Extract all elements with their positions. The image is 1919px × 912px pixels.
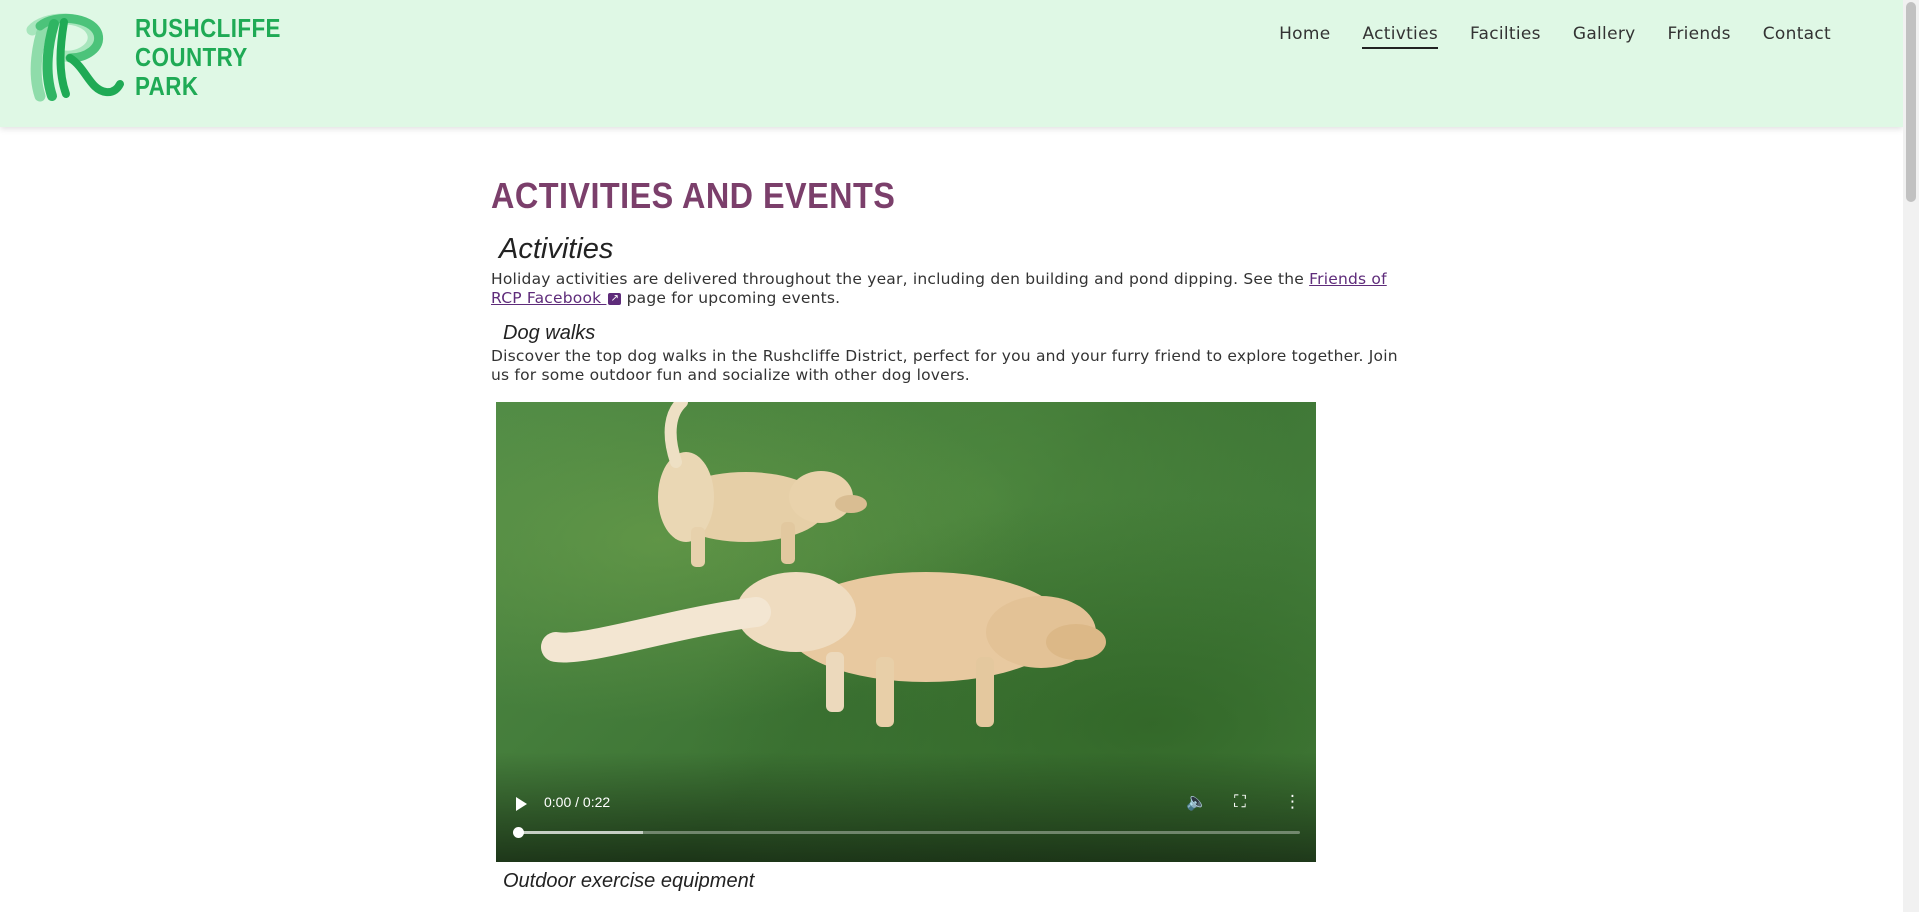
nav-contact[interactable]: Contact [1763,24,1831,49]
nav-gallery[interactable]: Gallery [1573,24,1636,49]
rcp-logo-icon [26,13,124,102]
site-header: RUSHCLIFFE COUNTRY PARK Home Activties F… [0,0,1903,127]
video-controls: 0:00 / 0:22 🔈 ⛶ ⋮ [496,792,1316,852]
activities-text: Holiday activities are delivered through… [491,270,1421,308]
main-content: ACTIVITIES AND EVENTS Activities Holiday… [491,175,1411,385]
video-scrubber[interactable] [513,827,524,838]
nav-home[interactable]: Home [1279,24,1330,49]
video-progress[interactable] [513,827,1300,838]
page-scrollbar[interactable] [1903,0,1919,912]
nav-activities[interactable]: Activties [1362,24,1438,49]
site-name-line-3: PARK [135,71,199,101]
nav-friends[interactable]: Friends [1668,24,1731,49]
outdoor-equipment-heading: Outdoor exercise equipment [503,870,755,892]
video-time: 0:00 / 0:22 [544,794,611,810]
dog-walks-text: Discover the top dog walks in the Rushcl… [491,347,1398,384]
site-name-line-2: COUNTRY [135,42,248,72]
fullscreen-icon[interactable]: ⛶ [1234,792,1246,812]
nav-facilities[interactable]: Facilties [1470,24,1541,49]
main-nav: Home Activties Facilties Gallery Friends… [1279,24,1831,49]
activities-text-before: Holiday activities are delivered through… [491,270,1310,288]
activities-heading: Activities [499,233,614,265]
dog-walk-video[interactable]: 0:00 / 0:22 🔈 ⛶ ⋮ [496,402,1316,862]
volume-icon[interactable]: 🔈 [1186,792,1207,812]
page-title: ACTIVITIES AND EVENTS [491,175,896,216]
dog-walks-heading: Dog walks [503,322,596,344]
site-name: RUSHCLIFFE COUNTRY PARK [135,14,281,101]
site-name-line-1: RUSHCLIFFE [135,13,281,43]
scrollbar-thumb[interactable] [1906,2,1916,202]
site-logo[interactable]: RUSHCLIFFE COUNTRY PARK [14,10,284,106]
play-icon[interactable] [516,797,527,811]
external-link-icon: ↗ [608,292,622,305]
more-options-icon[interactable]: ⋮ [1284,792,1301,812]
video-buffered-bar [518,831,644,834]
activities-text-after: page for upcoming events. [621,289,841,307]
